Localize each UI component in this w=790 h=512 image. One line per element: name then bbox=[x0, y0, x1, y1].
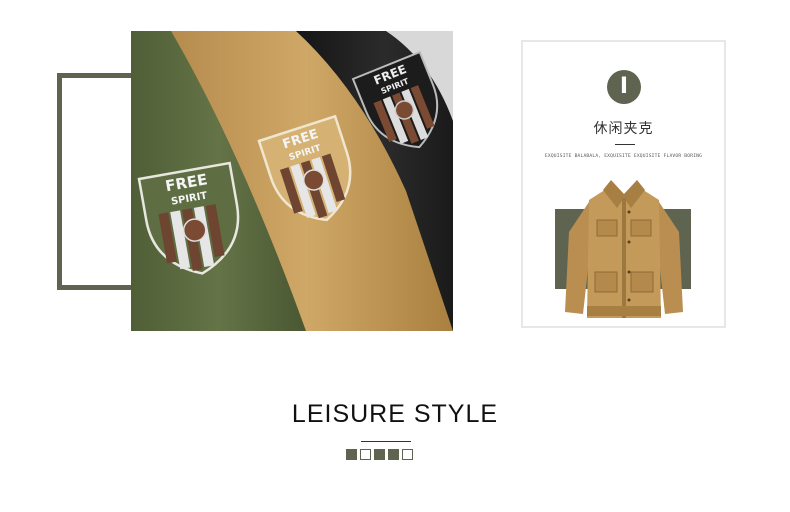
indicator-square bbox=[346, 449, 357, 460]
card-subtitle: EXQUISITE BALABALA, EXQUISITE EXQUISITE … bbox=[544, 154, 703, 159]
indicator-square bbox=[402, 449, 413, 460]
heading-divider bbox=[361, 441, 411, 442]
product-photo-sleeves: FREE SPIRIT FREE SPIRIT FREE SPIRIT bbox=[131, 31, 453, 331]
square-indicator-row bbox=[346, 449, 413, 460]
card-divider bbox=[615, 144, 635, 145]
indicator-square bbox=[388, 449, 399, 460]
product-card: I 休闲夹克 EXQUISITE BALABALA, EXQUISITE EXQ… bbox=[521, 40, 726, 328]
section-number-badge: I bbox=[607, 70, 641, 104]
card-title: 休闲夹克 bbox=[593, 121, 654, 137]
indicator-square bbox=[360, 449, 371, 460]
jacket-image bbox=[565, 180, 683, 318]
indicator-square bbox=[374, 449, 385, 460]
section-heading: LEISURE STYLE bbox=[291, 400, 499, 428]
